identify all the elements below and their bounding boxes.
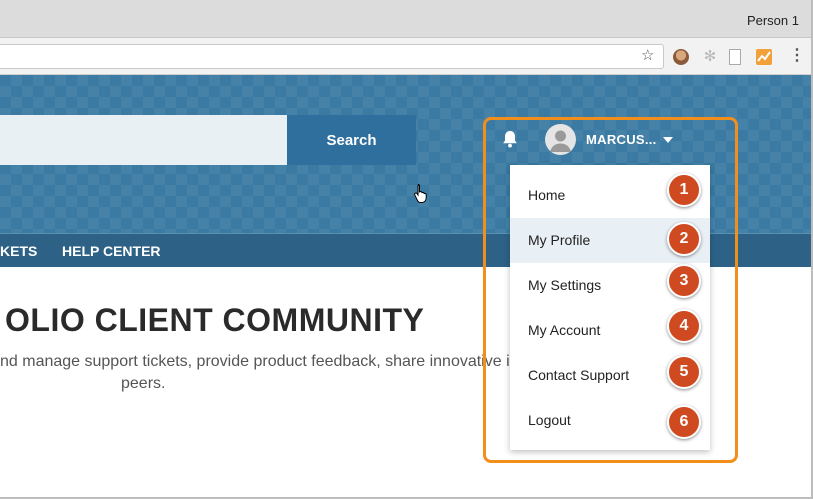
hand-cursor-icon: [413, 183, 429, 208]
step-badge-2: 2: [667, 222, 701, 256]
page-description-line-2: peers.: [121, 375, 166, 392]
page-description-line-1: nd manage support tickets, provide produ…: [0, 353, 520, 370]
browser-profile-name[interactable]: Person 1: [747, 13, 799, 28]
step-badge-5: 5: [667, 355, 701, 389]
browser-titlebar: Person 1: [0, 0, 813, 38]
step-badge-3: 3: [667, 264, 701, 298]
chart-extension-icon[interactable]: [756, 49, 772, 65]
step-badge-1: 1: [667, 173, 701, 207]
browser-toolbar: ☆ ✻ ⋮: [0, 38, 813, 75]
star-icon[interactable]: ☆: [641, 48, 654, 64]
page-title: OLIO CLIENT COMMUNITY: [5, 302, 425, 338]
document-icon[interactable]: [729, 49, 741, 65]
nav-item-tickets[interactable]: KETS: [0, 243, 37, 259]
step-badge-4: 4: [667, 309, 701, 343]
search-button[interactable]: Search: [287, 115, 416, 165]
search-input[interactable]: [0, 115, 287, 165]
annotation-highlight-box: [483, 117, 738, 463]
extension-avatar-icon[interactable]: [673, 49, 689, 65]
nav-item-help-center[interactable]: HELP CENTER: [62, 243, 161, 259]
step-badge-6: 6: [667, 405, 701, 439]
address-bar[interactable]: [0, 44, 664, 69]
snowflake-icon[interactable]: ✻: [702, 49, 718, 65]
more-vert-icon[interactable]: ⋮: [789, 48, 805, 64]
